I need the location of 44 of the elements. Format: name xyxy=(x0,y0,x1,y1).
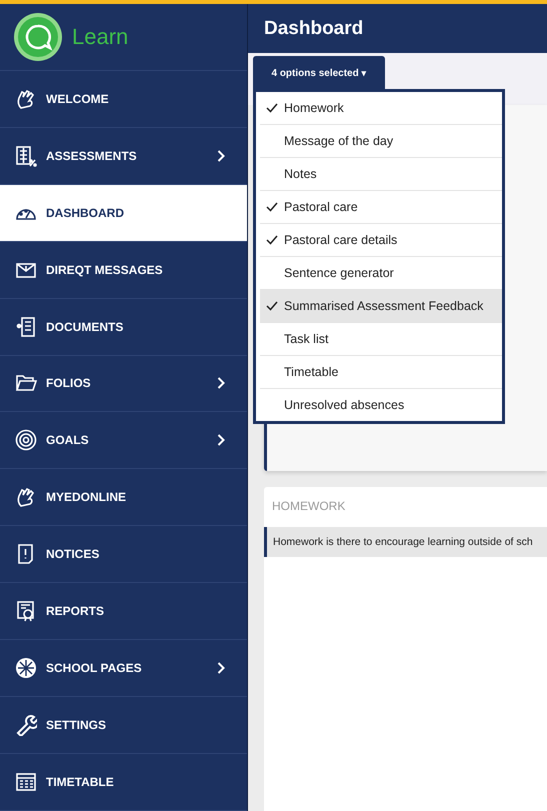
dropdown-option[interactable]: Message of the day xyxy=(260,125,502,158)
homework-message: Homework is there to encourage learning outside of sch xyxy=(264,527,547,557)
chevron-right-icon xyxy=(217,150,225,162)
widget-select-button[interactable]: 4 options selected ▾ xyxy=(253,56,385,90)
chevron-right-icon xyxy=(217,662,225,674)
calendar-icon xyxy=(15,770,37,793)
sidebar-item[interactable]: DIREQT MESSAGES xyxy=(0,242,247,299)
sidebar-item[interactable]: GOALS xyxy=(0,412,247,470)
target-icon xyxy=(15,429,37,452)
dropdown-option[interactable]: Pastoral care xyxy=(260,191,502,224)
sidebar-item[interactable]: MYEDONLINE xyxy=(0,469,247,526)
wrench-icon xyxy=(15,714,37,736)
sidebar-item[interactable]: SETTINGS xyxy=(0,697,247,754)
document-icon xyxy=(15,316,37,338)
chevron-right-icon xyxy=(217,377,225,390)
dropdown-option[interactable]: Summarised Assessment Feedback xyxy=(260,290,502,323)
sidebar-item[interactable]: REPORTS xyxy=(0,583,247,640)
chevron-right-icon xyxy=(217,434,225,446)
sidebar-item[interactable]: DASHBOARD xyxy=(0,184,247,242)
sidebar-item[interactable]: WELCOME xyxy=(0,70,247,128)
checkmark-icon xyxy=(266,202,278,212)
checkmark-icon xyxy=(266,103,278,113)
dropdown-option[interactable]: Homework xyxy=(260,92,502,125)
dropdown-option[interactable]: Notes xyxy=(260,158,502,191)
card-title: HOMEWORK xyxy=(271,499,346,515)
dropdown-option[interactable]: Pastoral care details xyxy=(260,224,502,257)
dropdown-option[interactable]: Unresolved absences xyxy=(260,389,502,421)
burst-icon xyxy=(15,657,37,680)
sidebar-item[interactable]: SCHOOL PAGES xyxy=(0,640,247,698)
hand-icon xyxy=(15,486,37,508)
app-name: Learn xyxy=(72,24,128,50)
sidebar-item[interactable]: TIMETABLE xyxy=(0,754,247,811)
grid-percent-icon xyxy=(15,144,37,167)
dropdown-option[interactable]: Task list xyxy=(260,323,502,356)
certificate-icon xyxy=(15,600,37,622)
sidebar-item[interactable]: FOLIOS xyxy=(0,356,247,412)
sidebar-item[interactable]: DOCUMENTS xyxy=(0,298,247,356)
checkmark-icon xyxy=(266,235,278,245)
logo-icon xyxy=(13,12,63,62)
hand-icon xyxy=(15,88,37,110)
checkmark-icon xyxy=(266,301,278,311)
page-title: Dashboard xyxy=(264,18,364,40)
dropdown-option[interactable]: Timetable xyxy=(260,356,502,389)
sidebar-item[interactable]: NOTICES xyxy=(0,526,247,584)
